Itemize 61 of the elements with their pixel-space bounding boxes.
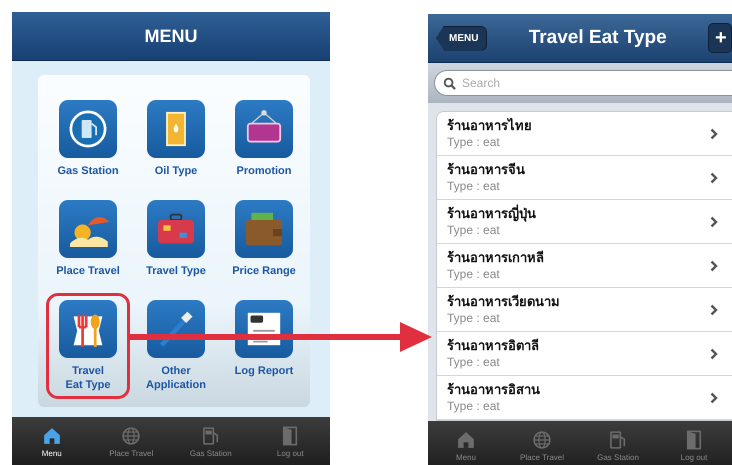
chevron-icon (710, 260, 718, 272)
row-subtitle: Type : eat (447, 266, 501, 282)
menu-tile[interactable] (147, 300, 205, 358)
list-row[interactable]: ร้านอาหารจีน Type : eat (437, 156, 732, 200)
menu-tile[interactable] (59, 100, 117, 158)
chevron-icon (710, 392, 718, 404)
menu-label: Other Application (146, 364, 206, 392)
globe-icon (120, 424, 142, 446)
tab[interactable]: Menu (12, 417, 92, 465)
tab[interactable]: Log out (656, 421, 732, 465)
menu-label: Log Report (234, 364, 294, 378)
back-button[interactable]: MENU (436, 26, 488, 50)
menu-tile[interactable] (59, 200, 117, 258)
menu-label: Travel Type (146, 264, 206, 278)
chevron-icon (710, 172, 718, 184)
chevron-icon (710, 348, 718, 360)
row-title: ร้านอาหารเวียดนาม (447, 294, 560, 310)
row-title: ร้านอาหารไทย (447, 118, 532, 134)
screen-title: Travel Eat Type (528, 27, 667, 49)
row-subtitle: Type : eat (447, 222, 501, 238)
row-title: ร้านอาหารเกาหลี (447, 250, 544, 266)
list-row[interactable]: ร้านอาหารเวียดนาม Type : eat (437, 288, 732, 332)
list-row[interactable]: ร้านอาหารญี่ปุ่น Type : eat (437, 200, 732, 244)
menu-label: Travel Eat Type (65, 364, 111, 392)
chevron-icon (710, 304, 718, 316)
menu-tile[interactable] (147, 100, 205, 158)
menu-tile[interactable] (59, 300, 117, 358)
list-row[interactable]: ร้านอาหารเกาหลี Type : eat (437, 244, 732, 288)
chevron-icon (710, 216, 718, 228)
tab[interactable]: Gas Station (171, 417, 250, 465)
chevron-icon (710, 128, 718, 140)
menu-tile[interactable] (235, 300, 293, 358)
row-title: ร้านอาหารญี่ปุ่น (447, 206, 536, 222)
tab[interactable]: Place Travel (504, 421, 580, 465)
row-subtitle: Type : eat (447, 310, 501, 326)
menu-tile[interactable] (147, 200, 205, 258)
menu-label: Promotion (236, 164, 292, 178)
menu-label: Oil Type (154, 164, 198, 178)
add-button[interactable]: + (708, 23, 732, 53)
list-row[interactable]: ร้านอาหารไทย Type : eat (437, 112, 732, 156)
menu-tile[interactable] (235, 100, 293, 158)
row-subtitle: Type : eat (447, 134, 501, 150)
list-row[interactable]: ร้านอาหารอิตาลี Type : eat (437, 332, 732, 376)
row-subtitle: Type : eat (447, 178, 501, 194)
row-title: ร้านอาหารจีน (447, 162, 525, 178)
row-subtitle: Type : eat (447, 398, 501, 414)
tab[interactable]: Menu (428, 421, 504, 465)
tab[interactable]: Place Travel (92, 417, 171, 465)
row-title: ร้านอาหารอิตาลี (447, 338, 539, 354)
screen-title: MENU (144, 26, 198, 46)
search-field[interactable]: Search (434, 70, 732, 96)
menu-tile[interactable] (235, 200, 293, 258)
tab[interactable]: Gas Station (580, 421, 656, 465)
row-title: ร้านอาหารอิสาน (447, 382, 540, 398)
tab[interactable]: Log out (250, 417, 330, 465)
row-subtitle: Type : eat (447, 354, 501, 370)
menu-label: Place Travel (56, 264, 120, 278)
globe-icon (531, 428, 553, 450)
menu-label: Price Range (232, 264, 296, 278)
menu-label: Gas Station (57, 164, 119, 178)
list-row[interactable]: ร้านอาหารอิสาน Type : eat (437, 376, 732, 420)
